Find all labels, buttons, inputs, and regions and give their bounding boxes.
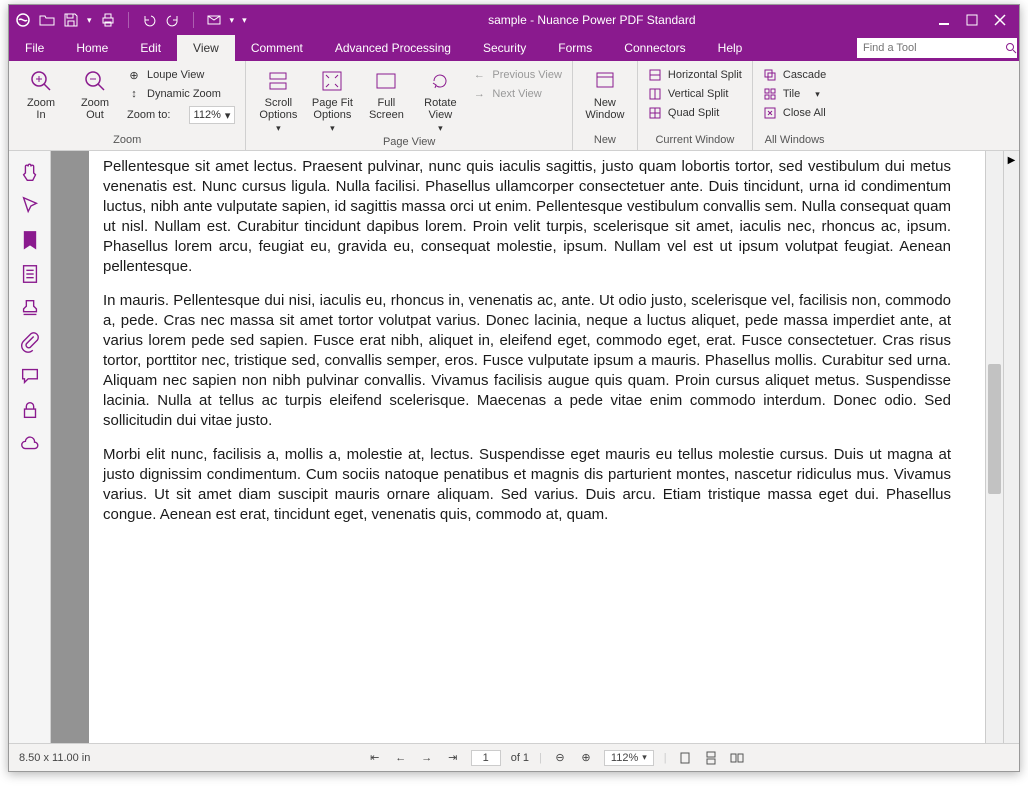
- prev-page-button[interactable]: ←: [393, 750, 409, 766]
- vertical-scrollbar[interactable]: [985, 151, 1003, 743]
- menu-help[interactable]: Help: [702, 35, 759, 61]
- close-all-button[interactable]: Close All: [761, 105, 828, 121]
- menu-view[interactable]: View: [177, 35, 235, 61]
- ribbon-group-current-window: Horizontal Split Vertical Split Quad Spl…: [638, 61, 753, 150]
- next-view-button: →Next View: [470, 86, 564, 102]
- attachment-icon[interactable]: [19, 331, 41, 353]
- ribbon-group-label: Current Window: [646, 132, 744, 148]
- ribbon-group-label: New: [581, 132, 629, 148]
- side-toolbar: [9, 151, 51, 743]
- paragraph: In mauris. Pellentesque dui nisi, iaculi…: [103, 291, 951, 431]
- full-screen-button[interactable]: Full Screen: [362, 67, 410, 121]
- maximize-button[interactable]: [965, 13, 979, 27]
- hand-tool-icon[interactable]: [19, 161, 41, 183]
- menu-file[interactable]: File: [9, 35, 60, 61]
- minimize-button[interactable]: [937, 13, 951, 27]
- bookmark-icon[interactable]: [19, 229, 41, 251]
- open-folder-icon[interactable]: [39, 12, 55, 28]
- view-mode-continuous-icon[interactable]: [703, 750, 719, 766]
- menu-connectors[interactable]: Connectors: [608, 35, 701, 61]
- ribbon-group-new: New Window New: [573, 61, 638, 150]
- new-window-button[interactable]: New Window: [581, 67, 629, 121]
- save-icon[interactable]: [63, 12, 79, 28]
- page-number-input[interactable]: 1: [471, 750, 501, 766]
- select-tool-icon[interactable]: [19, 195, 41, 217]
- ribbon-group-pageview: Scroll Options▾ Page Fit Options▾ Full S…: [246, 61, 573, 150]
- dynamic-zoom-button[interactable]: ↕Dynamic Zoom: [125, 86, 237, 102]
- menu-home[interactable]: Home: [60, 35, 124, 61]
- mail-icon[interactable]: [206, 12, 222, 28]
- menubar: File Home Edit View Comment Advanced Pro…: [9, 35, 1019, 61]
- horizontal-split-button[interactable]: Horizontal Split: [646, 67, 744, 83]
- zoom-level-control[interactable]: 112%▾: [604, 750, 654, 766]
- pages-icon[interactable]: [19, 263, 41, 285]
- window-title: sample - Nuance Power PDF Standard: [247, 13, 937, 27]
- page-total: of 1: [511, 752, 529, 764]
- first-page-button[interactable]: ⇤: [367, 750, 383, 766]
- menu-forms[interactable]: Forms: [542, 35, 608, 61]
- menu-advanced[interactable]: Advanced Processing: [319, 35, 467, 61]
- ribbon-group-all-windows: Cascade Tile ▾ Close All All Windows: [753, 61, 836, 150]
- scroll-thumb[interactable]: [988, 364, 1001, 494]
- expand-panel-icon[interactable]: ▶: [1008, 155, 1016, 166]
- view-mode-single-icon[interactable]: [677, 750, 693, 766]
- paragraph: Pellentesque sit amet lectus. Praesent p…: [103, 157, 951, 277]
- stamp-icon[interactable]: [19, 297, 41, 319]
- zoom-out-button[interactable]: Zoom Out: [71, 67, 119, 121]
- ribbon-group-zoom: Zoom In Zoom Out ⊕Loupe View ↕Dynamic Zo…: [9, 61, 246, 150]
- rotate-view-button[interactable]: Rotate View▾: [416, 67, 464, 134]
- page-fit-button[interactable]: Page Fit Options▾: [308, 67, 356, 134]
- lock-icon[interactable]: [19, 399, 41, 421]
- search-icon: [1005, 42, 1017, 54]
- next-page-button[interactable]: →: [419, 750, 435, 766]
- scroll-options-button[interactable]: Scroll Options▾: [254, 67, 302, 134]
- tile-button[interactable]: Tile ▾: [761, 86, 828, 102]
- ribbon-group-label: All Windows: [761, 132, 828, 148]
- find-tool-input[interactable]: [863, 42, 1005, 54]
- menu-edit[interactable]: Edit: [124, 35, 177, 61]
- dropdown-caret[interactable]: ▾: [230, 15, 235, 26]
- titlebar: ▾ ▾ ▾ sample - Nuance Power PDF Standard: [9, 5, 1019, 35]
- menu-comment[interactable]: Comment: [235, 35, 319, 61]
- previous-view-button: ←Previous View: [470, 67, 564, 83]
- chevron-down-icon[interactable]: ▾: [225, 109, 231, 122]
- document-page: Pellentesque sit amet lectus. Praesent p…: [89, 151, 985, 743]
- print-icon[interactable]: [100, 12, 116, 28]
- statusbar: 8.50 x 11.00 in ⇤ ← → ⇥ 1 of 1 | ⊖ ⊕ 112…: [9, 743, 1019, 771]
- dropdown-caret[interactable]: ▾: [87, 15, 92, 26]
- zoom-in-status-button[interactable]: ⊕: [578, 750, 594, 766]
- vertical-split-button[interactable]: Vertical Split: [646, 86, 744, 102]
- menu-security[interactable]: Security: [467, 35, 542, 61]
- close-button[interactable]: [993, 13, 1007, 27]
- comment-icon[interactable]: [19, 365, 41, 387]
- redo-icon[interactable]: [165, 12, 181, 28]
- paragraph: Morbi elit nunc, facilisis a, mollis a, …: [103, 445, 951, 525]
- last-page-button[interactable]: ⇥: [445, 750, 461, 766]
- undo-icon[interactable]: [141, 12, 157, 28]
- quad-split-button[interactable]: Quad Split: [646, 105, 744, 121]
- workarea: Pellentesque sit amet lectus. Praesent p…: [9, 151, 1019, 743]
- left-gutter: [51, 151, 89, 743]
- loupe-view-button[interactable]: ⊕Loupe View: [125, 67, 237, 83]
- ribbon-group-label: Page View: [254, 134, 564, 150]
- cascade-button[interactable]: Cascade: [761, 67, 828, 83]
- zoom-in-button[interactable]: Zoom In: [17, 67, 65, 121]
- document-viewport: Pellentesque sit amet lectus. Praesent p…: [51, 151, 1019, 743]
- cloud-icon[interactable]: [19, 433, 41, 455]
- right-rail: ▶: [1003, 151, 1019, 743]
- zoom-to-control[interactable]: Zoom to: 112%▾: [125, 105, 237, 125]
- view-mode-facing-icon[interactable]: [729, 750, 745, 766]
- ribbon-group-label: Zoom: [17, 132, 237, 148]
- page-dimensions: 8.50 x 11.00 in: [19, 752, 90, 764]
- zoom-out-status-button[interactable]: ⊖: [552, 750, 568, 766]
- find-tool[interactable]: [857, 38, 1017, 58]
- app-logo-icon: [15, 12, 31, 28]
- ribbon: Zoom In Zoom Out ⊕Loupe View ↕Dynamic Zo…: [9, 61, 1019, 151]
